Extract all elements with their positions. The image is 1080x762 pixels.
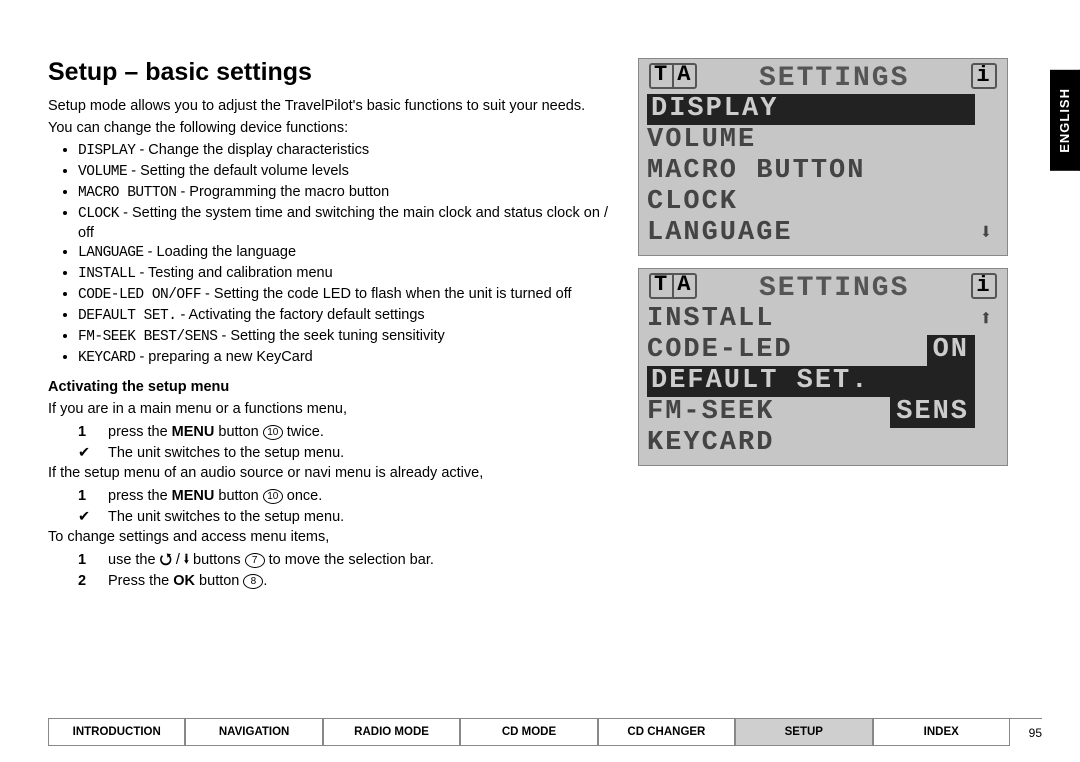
lcd-column: TA SETTINGS i DISPLAYVOLUMEMACRO BUTTONC…	[638, 58, 1008, 592]
paragraph: If the setup menu of an audio source or …	[48, 464, 608, 482]
intro-paragraph: Setup mode allows you to adjust the Trav…	[48, 97, 608, 115]
function-list-item: KEYCARD - preparing a new KeyCard	[78, 348, 608, 368]
footer-nav: INTRODUCTIONNAVIGATIONRADIO MODECD MODEC…	[48, 718, 1042, 746]
lcd-screen-1: TA SETTINGS i DISPLAYVOLUMEMACRO BUTTONC…	[638, 58, 1008, 256]
lcd-title: SETTINGS	[697, 273, 971, 304]
scroll-down-icon: ⬇	[975, 218, 999, 249]
lcd-menu-item: INSTALL⬆	[645, 304, 1001, 335]
function-list-item: DEFAULT SET. - Activating the factory de…	[78, 306, 608, 326]
step-item: 1 use the ⭯ / ⭭ buttons 7 to move the se…	[78, 550, 608, 571]
footer-nav-item[interactable]: SETUP	[735, 719, 872, 746]
lcd-title: SETTINGS	[697, 63, 971, 94]
lcd-menu-item: FM-SEEKSENS	[645, 397, 1001, 428]
lcd-menu-item: LANGUAGE⬇	[645, 218, 1001, 249]
lcd-menu-item: CODE-LEDON	[645, 335, 1001, 366]
scroll-up-icon: ⬆	[975, 304, 999, 335]
paragraph: To change settings and access menu items…	[48, 528, 608, 546]
footer-nav-item[interactable]: NAVIGATION	[185, 719, 322, 746]
result-item: ✔ The unit switches to the setup menu.	[78, 507, 608, 528]
main-text-column: Setup – basic settings Setup mode allows…	[48, 58, 628, 592]
lcd-screen-2: TA SETTINGS i INSTALL⬆CODE-LEDONDEFAULT …	[638, 268, 1008, 466]
button-ref-icon: 10	[263, 489, 283, 504]
lcd-menu-item: VOLUME	[645, 125, 1001, 156]
info-icon: i	[971, 273, 997, 299]
function-list: DISPLAY - Change the display characteris…	[78, 141, 608, 367]
step-item: 2 Press the OK button 8.	[78, 571, 608, 592]
page-title: Setup – basic settings	[48, 58, 608, 87]
footer-nav-item[interactable]: RADIO MODE	[323, 719, 460, 746]
button-ref-icon: 8	[243, 574, 263, 589]
ta-icon: TA	[649, 63, 697, 89]
lcd-menu-item: KEYCARD	[645, 428, 1001, 459]
footer-nav-item[interactable]: INTRODUCTION	[48, 719, 185, 746]
step-item: 1 press the MENU button 10 twice.	[78, 422, 608, 443]
footer-nav-item[interactable]: CD MODE	[460, 719, 597, 746]
page-number: 95	[1010, 726, 1042, 740]
subheading: Activating the setup menu	[48, 378, 608, 396]
function-list-item: CLOCK - Setting the system time and swit…	[78, 204, 608, 243]
function-list-item: INSTALL - Testing and calibration menu	[78, 264, 608, 284]
function-list-item: VOLUME - Setting the default volume leve…	[78, 162, 608, 182]
function-list-item: CODE-LED ON/OFF - Setting the code LED t…	[78, 285, 608, 305]
ta-icon: TA	[649, 273, 697, 299]
info-icon: i	[971, 63, 997, 89]
step-item: 1 press the MENU button 10 once.	[78, 486, 608, 507]
result-item: ✔ The unit switches to the setup menu.	[78, 443, 608, 464]
button-ref-icon: 10	[263, 425, 283, 440]
button-ref-icon: 7	[245, 553, 265, 568]
lcd-menu-item: DEFAULT SET.	[645, 366, 1001, 397]
footer-nav-item[interactable]: INDEX	[873, 719, 1010, 746]
function-list-item: LANGUAGE - Loading the language	[78, 243, 608, 263]
lcd-menu-item: MACRO BUTTON	[645, 156, 1001, 187]
lcd-menu-item: DISPLAY	[645, 94, 1001, 125]
function-list-item: FM-SEEK BEST/SENS - Setting the seek tun…	[78, 327, 608, 347]
paragraph: If you are in a main menu or a functions…	[48, 400, 608, 418]
function-list-item: DISPLAY - Change the display characteris…	[78, 141, 608, 161]
lead-paragraph: You can change the following device func…	[48, 119, 608, 137]
function-list-item: MACRO BUTTON - Programming the macro but…	[78, 183, 608, 203]
lcd-menu-item: CLOCK	[645, 187, 1001, 218]
footer-nav-item[interactable]: CD CHANGER	[598, 719, 735, 746]
language-tab: ENGLISH	[1050, 70, 1080, 171]
